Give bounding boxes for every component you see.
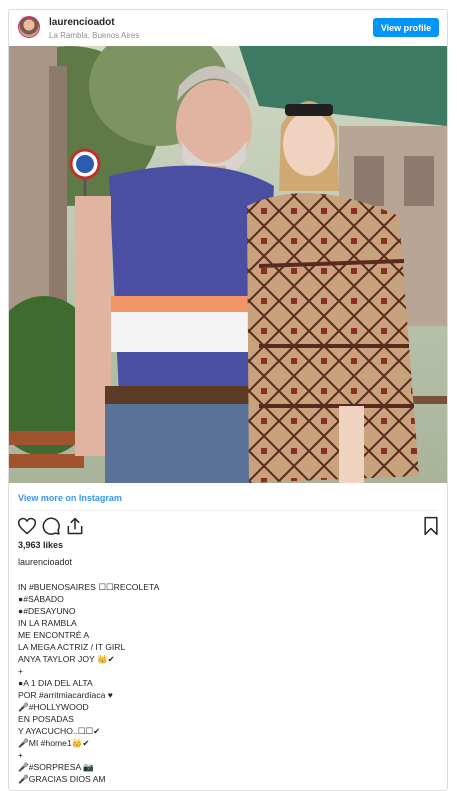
view-more-link[interactable]: View more on Instagram [18,493,122,503]
avatar[interactable] [18,16,40,38]
caption-line: IN LA RAMBLA [18,618,77,628]
caption-line: POR #arritmiacardíaca ♥ [18,690,113,700]
view-profile-button[interactable]: View profile [373,18,439,37]
caption-line: 🎤GRACIAS DIOS AM [18,774,106,784]
caption-line: + [18,750,24,760]
bookmark-icon[interactable] [421,516,441,536]
caption: IN #BUENOSAIRES ☐☐RECOLETA ●#SÁBADO ●#DE… [18,581,438,785]
divider [18,510,438,511]
likes-count[interactable]: 3,963 likes [18,540,63,550]
username[interactable]: laurencioadot [49,17,115,28]
heart-icon[interactable] [17,516,37,536]
caption-line: EN POSADAS [18,714,74,724]
share-icon[interactable] [65,516,85,536]
caption-line: 🎤#HOLLYWOOD [18,702,89,712]
caption-line: ●A 1 DIA DEL ALTA [18,678,93,688]
caption-line: + [18,666,24,676]
instagram-embed-card: laurencioadot La Rambla, Buenos Aires Vi… [8,9,448,791]
caption-line: ANYA TAYLOR JOY 👑✔ [18,654,115,664]
caption-line: IN #BUENOSAIRES ☐☐RECOLETA [18,582,160,592]
post-photo[interactable] [9,46,447,483]
location[interactable]: La Rambla, Buenos Aires [49,31,139,40]
action-bar [17,516,441,538]
caption-line: 🎤#SORPRESA 📷 [18,762,94,772]
caption-line: ●#SÁBADO [18,594,64,604]
caption-line: ME ENCONTRÉ A [18,630,90,640]
caption-line: ●#DESAYUNO [18,606,76,616]
comment-icon[interactable] [41,516,61,536]
caption-line: LA MEGA ACTRIZ / IT GIRL [18,642,126,652]
caption-line: 🎤MI #home1👑✔ [18,738,90,748]
post-header: laurencioadot La Rambla, Buenos Aires Vi… [9,10,447,46]
caption-line: Y AYACUCHO..☐☐✔ [18,726,101,736]
caption-username[interactable]: laurencioadot [18,557,72,567]
